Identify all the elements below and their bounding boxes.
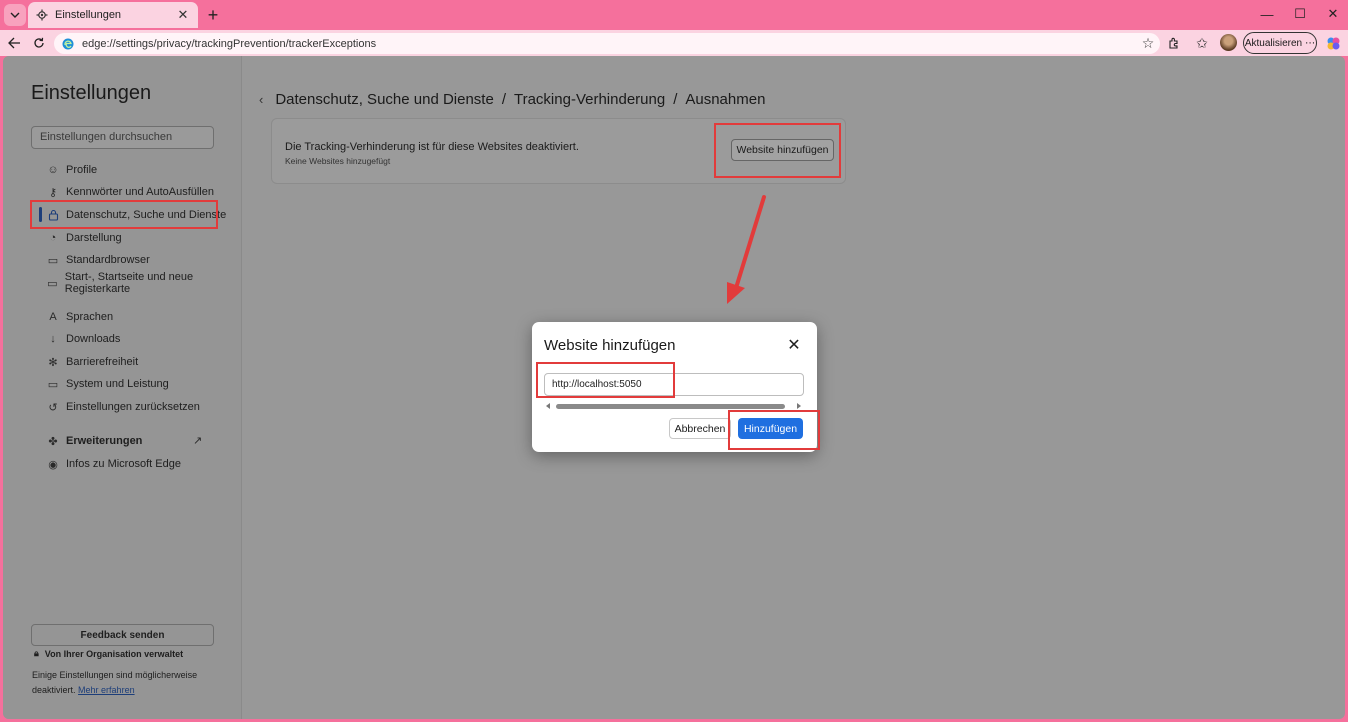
sidebar-item-label: Sprachen [66,311,114,323]
arrow-left-icon [7,37,20,49]
sidebar-item-label: Barrierefreiheit [66,356,139,368]
reload-button[interactable] [29,33,49,53]
sidebar-item-label: Infos zu Microsoft Edge [66,458,181,470]
breadcrumb-item-exceptions: Ausnahmen [685,91,766,108]
avatar[interactable] [1220,34,1237,51]
cancel-button[interactable]: Abbrechen [669,418,731,439]
language-icon: A [49,311,57,323]
browser-icon: ▭ [47,254,59,267]
settings-page: Einstellungen Einstellungen durchsuchen … [3,56,1345,719]
sidebar-item-passwords[interactable]: ⚷ Kennwörter und AutoAusfüllen [47,182,214,202]
scroll-right-icon[interactable] [797,403,801,409]
more-icon: ⋯ [1305,37,1316,49]
puzzle-icon [1169,37,1178,49]
address-bar[interactable]: edge://settings/privacy/trackingPreventi… [54,33,1160,54]
sidebar-item-default-browser[interactable]: ▭ Standardbrowser [47,250,150,270]
scroll-left-icon[interactable] [546,403,550,409]
sidebar-item-label: Kennwörter und AutoAusfüllen [66,186,214,198]
feedback-button[interactable]: Feedback senden [31,624,214,646]
tab-title: Einstellungen [55,9,122,21]
close-icon[interactable]: ✕ [786,337,802,354]
card-subtitle: Keine Websites hinzugefügt [285,156,391,166]
copilot-icon[interactable] [1323,33,1343,53]
sidebar-item-extensions[interactable]: ✤ Erweiterungen [47,431,142,451]
edge-icon [62,38,74,49]
gear-icon [36,9,48,21]
back-button[interactable] [4,33,24,53]
favorite-star-icon[interactable]: ☆ [1138,33,1158,53]
profile-icon: ☺ [47,164,59,176]
dialog-title: Website hinzufügen [544,337,676,354]
update-label: Aktualisieren [1244,37,1303,49]
chevron-left-icon[interactable]: ‹ [259,92,263,107]
laptop-icon: ▭ [47,378,59,391]
sidebar-item-downloads[interactable]: ↓ Downloads [47,329,120,349]
url-text: edge://settings/privacy/trackingPreventi… [82,37,377,50]
browser-toolbar: edge://settings/privacy/trackingPreventi… [0,30,1348,56]
reset-icon: ↺ [48,401,58,414]
horizontal-scrollbar[interactable] [546,403,802,409]
extensions-toolbar-icon[interactable] [1164,33,1184,53]
breadcrumb-item-tracking[interactable]: Tracking-Verhinderung [514,91,665,108]
palette-icon: ◔ [49,232,57,244]
sidebar-title: Einstellungen [31,82,152,104]
external-link-icon: ↗ [193,435,203,447]
breadcrumb-item-privacy[interactable]: Datenschutz, Suche und Dienste [275,91,493,108]
highlight-box-url-input [536,362,675,398]
accessibility-icon: ✻ [48,356,58,369]
tab-bar: Einstellungen ✕ + — ☐ ✕ [0,0,1348,30]
new-tab-button[interactable]: + [203,5,223,25]
sidebar-item-label: Standardbrowser [66,254,150,266]
close-icon[interactable]: ✕ [176,7,190,22]
extensions-icon: ✤ [48,435,58,448]
sidebar-item-label: Downloads [66,333,121,345]
highlight-box-sidebar [30,200,218,229]
card-title: Die Tracking-Verhinderung ist für diese … [285,141,579,153]
sidebar-item-reset[interactable]: ↺ Einstellungen zurücksetzen [47,397,200,417]
sidebar-item-label: System und Leistung [66,378,169,390]
sidebar-item-profile[interactable]: ☺ Profile [47,160,97,180]
sidebar-item-label: Einstellungen zurücksetzen [66,401,200,413]
tab-actions-button[interactable] [4,4,26,26]
favorites-icon[interactable]: ✩ [1192,33,1212,53]
home-icon: ▭ [47,277,58,290]
breadcrumb-separator: / [501,91,506,108]
chevron-down-icon [10,12,20,18]
breadcrumb: ‹ Datenschutz, Suche und Dienste / Track… [259,91,765,108]
org-note: Einige Einstellungen sind möglicherweise… [32,670,198,695]
sidebar-item-label: Erweiterungen [66,435,143,447]
sidebar-item-appearance[interactable]: ◔ Darstellung [47,228,122,248]
sidebar-item-label: Start-, Startseite und neue Registerkart… [64,271,194,295]
learn-more-link[interactable]: Mehr erfahren [78,685,135,695]
reload-icon [34,37,44,48]
highlight-box-add-button [728,410,820,450]
tab-settings[interactable]: Einstellungen ✕ [28,2,198,28]
briefcase-icon: 🔒︎ [34,648,39,658]
org-managed-label: 🔒︎ Von Ihrer Organisation verwaltet [34,648,184,659]
maximize-button[interactable]: ☐ [1285,4,1315,24]
update-button[interactable]: Aktualisieren ⋯ [1243,32,1317,54]
minimize-button[interactable]: — [1252,4,1282,24]
edge-icon: ◉ [48,458,58,471]
window-close-button[interactable]: ✕ [1318,4,1348,24]
breadcrumb-separator: / [673,91,678,108]
settings-sidebar: Einstellungen Einstellungen durchsuchen … [3,56,242,719]
sidebar-item-system[interactable]: ▭ System und Leistung [47,374,169,394]
sidebar-item-start-page[interactable]: ▭ Start-, Startseite und neue Registerka… [47,271,241,295]
sidebar-item-about[interactable]: ◉ Infos zu Microsoft Edge [47,454,181,474]
scrollbar-thumb[interactable] [556,404,785,409]
settings-search-input[interactable]: Einstellungen durchsuchen [31,126,214,149]
highlight-box-add-website [714,123,841,178]
download-icon: ↓ [50,333,56,345]
sidebar-item-label: Profile [66,164,98,176]
sidebar-item-label: Darstellung [66,232,122,244]
key-icon: ⚷ [48,186,58,199]
sidebar-item-languages[interactable]: A Sprachen [47,307,113,327]
sidebar-item-accessibility[interactable]: ✻ Barrierefreiheit [47,352,138,372]
